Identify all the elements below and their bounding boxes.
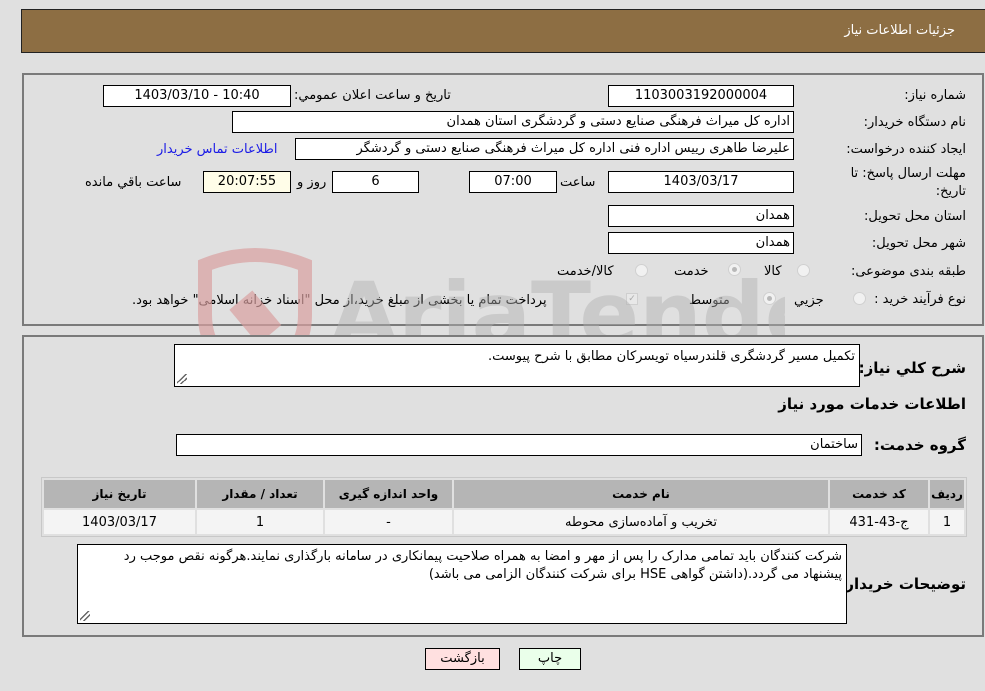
category-option-goods-service-label: کالا/خدمت xyxy=(557,264,614,279)
col-quantity: تعداد / مقدار xyxy=(197,480,323,508)
summary-label: شرح كلي نياز: xyxy=(858,359,966,377)
category-label: طبقه بندی موضوعی: xyxy=(850,264,966,279)
need-info-panel: شماره نیاز: 1103003192000004 تاریخ و ساع… xyxy=(22,73,984,326)
category-radio-goods-service[interactable] xyxy=(635,264,648,277)
days-label: روز و xyxy=(297,175,327,190)
cell-unit: - xyxy=(325,510,452,534)
purchase-type-radio-medium[interactable] xyxy=(763,292,776,305)
cell-service-name: تخریب و آماده‌سازی محوطه xyxy=(454,510,828,534)
purchase-type-label: نوع فرآیند خرید : xyxy=(874,292,966,307)
cell-service-code: ج-43-431 xyxy=(830,510,928,534)
time-remaining-label: ساعت باقي مانده xyxy=(85,175,182,190)
resize-grip-icon[interactable] xyxy=(80,611,90,621)
deadline-time-label: ساعت xyxy=(560,175,596,190)
deadline-date-field: 1403/03/17 xyxy=(608,171,794,193)
need-details-panel: شرح كلي نياز: تکمیل مسیر گردشگری قلندرسی… xyxy=(22,335,984,637)
back-button[interactable]: بازگشت xyxy=(425,648,500,670)
print-button[interactable]: چاپ xyxy=(519,648,581,670)
buyer-org-label: نام دستگاه خریدار: xyxy=(863,115,966,130)
need-number-field: 1103003192000004 xyxy=(608,85,794,107)
services-heading: اطلاعات خدمات مورد نیاز xyxy=(778,395,966,413)
category-option-goods-label: کالا xyxy=(764,264,782,279)
purchase-type-medium-label: متوسط xyxy=(689,293,730,308)
category-option-service-label: خدمت xyxy=(674,264,709,279)
col-service-code: کد خدمت xyxy=(830,480,928,508)
cell-need-date: 1403/03/17 xyxy=(44,510,195,534)
buyer-org-field: اداره کل میراث فرهنگی صنایع دستی و گردشگ… xyxy=(232,111,794,133)
cell-quantity: 1 xyxy=(197,510,323,534)
buyer-notes-textarea[interactable]: شرکت کنندگان باید تمامی مدارک را پس از م… xyxy=(77,544,847,624)
time-remaining-field: 20:07:55 xyxy=(203,171,291,193)
deadline-time-field: 07:00 xyxy=(469,171,557,193)
announce-datetime-label: تاریخ و ساعت اعلان عمومي: xyxy=(294,88,451,103)
page-title: جزئیات اطلاعات نیاز xyxy=(844,23,955,38)
city-field: همدان xyxy=(608,232,794,254)
col-need-date: تاریخ نیاز xyxy=(44,480,195,508)
category-radio-service[interactable] xyxy=(728,263,741,276)
cell-row-number: 1 xyxy=(930,510,964,534)
days-remaining-field: 6 xyxy=(332,171,419,193)
province-label: استان محل تحویل: xyxy=(864,209,966,224)
summary-text: تکمیل مسیر گردشگری قلندرسیاه تویسرکان مط… xyxy=(487,349,855,364)
purchase-type-minor-label: جزيي xyxy=(794,293,824,308)
requester-label: ایجاد کننده درخواست: xyxy=(846,142,966,157)
treasury-checkbox-label: پرداخت تمام یا بخشی از مبلغ خرید،از محل … xyxy=(132,293,547,308)
buyer-notes-text: شرکت کنندگان باید تمامی مدارک را پس از م… xyxy=(123,549,842,582)
announce-datetime-field: 1403/03/10 - 10:40 xyxy=(103,85,291,107)
need-number-label: شماره نیاز: xyxy=(904,88,966,103)
requester-field: علیرضا طاهری رییس اداره فنی اداره کل میر… xyxy=(295,138,794,160)
province-field: همدان xyxy=(608,205,794,227)
col-row-number: ردیف xyxy=(930,480,964,508)
col-unit: واحد اندازه گیری xyxy=(325,480,452,508)
service-group-label: گروه خدمت: xyxy=(873,436,966,454)
resize-grip-icon[interactable] xyxy=(177,374,187,384)
deadline-label-line2: تاریخ: xyxy=(935,184,966,199)
table-row: 1 ج-43-431 تخریب و آماده‌سازی محوطه - 1 … xyxy=(44,510,964,534)
table-header-row: ردیف کد خدمت نام خدمت واحد اندازه گیری ت… xyxy=(44,480,964,508)
services-table: ردیف کد خدمت نام خدمت واحد اندازه گیری ت… xyxy=(41,477,967,537)
buyer-contact-link[interactable]: اطلاعات تماس خریدار xyxy=(157,142,277,157)
city-label: شهر محل تحویل: xyxy=(871,236,966,251)
summary-textarea[interactable]: تکمیل مسیر گردشگری قلندرسیاه تویسرکان مط… xyxy=(174,344,860,387)
col-service-name: نام خدمت xyxy=(454,480,828,508)
page-header: جزئیات اطلاعات نیاز xyxy=(21,9,985,53)
deadline-label-line1: مهلت ارسال پاسخ: تا xyxy=(850,166,966,181)
service-group-field: ساختمان xyxy=(176,434,862,456)
treasury-checkbox[interactable]: ✓ xyxy=(626,293,638,305)
category-radio-goods[interactable] xyxy=(797,264,810,277)
purchase-type-radio-minor[interactable] xyxy=(853,292,866,305)
buyer-notes-label: توضیحات خریدار: xyxy=(839,575,966,593)
